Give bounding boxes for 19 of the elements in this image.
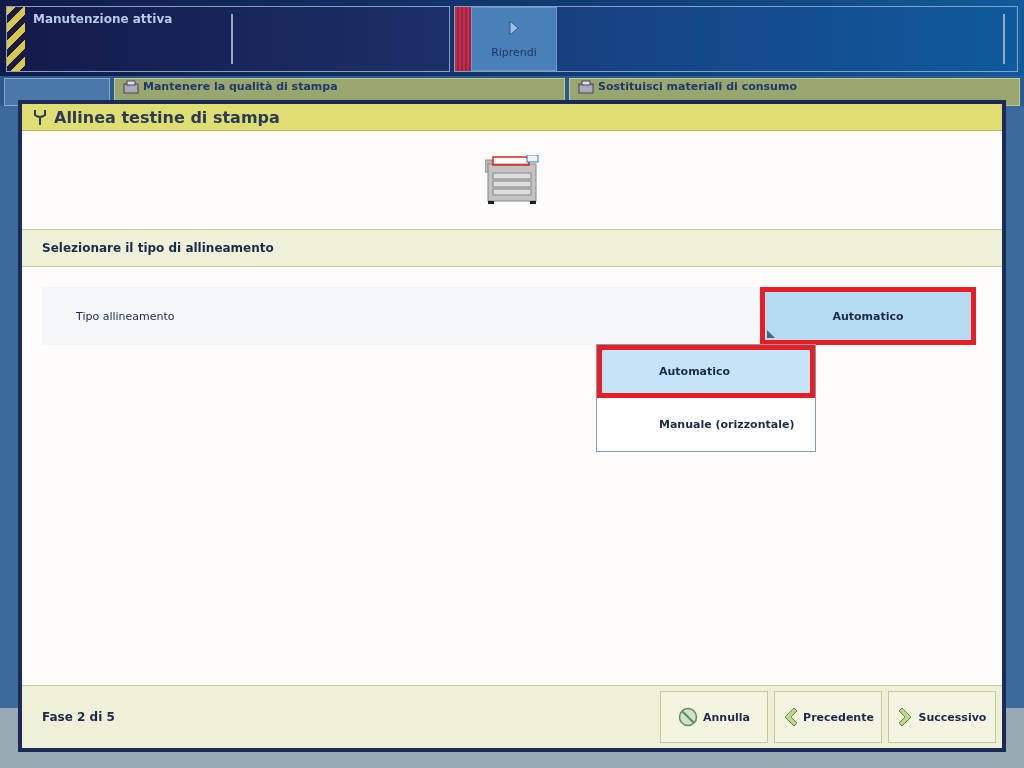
hazard-stripe-icon (7, 7, 25, 71)
dropdown-option[interactable]: Automatico (597, 345, 815, 398)
cancel-button[interactable]: Annulla (660, 691, 768, 743)
chevron-right-icon (897, 707, 914, 727)
play-icon (509, 19, 519, 36)
dropdown-button[interactable]: Automatico (760, 287, 976, 345)
chevron-left-icon (782, 707, 799, 727)
printer-icon (123, 80, 139, 94)
setting-label: Tipo allineamento (75, 309, 175, 323)
dialog-title: Allinea testine di stampa (54, 107, 280, 127)
status-title: Manutenzione attiva (32, 11, 174, 28)
status-indicator (455, 7, 471, 71)
next-button[interactable]: Successivo (888, 691, 996, 743)
step-indicator: Fase 2 di 5 (42, 710, 115, 724)
section-title: Selezionare il tipo di allineamento (42, 241, 274, 255)
printer-icon (578, 80, 594, 94)
printer-drawing (485, 155, 539, 205)
back-button[interactable]: Precedente (774, 691, 882, 743)
cancel-icon (678, 707, 698, 727)
